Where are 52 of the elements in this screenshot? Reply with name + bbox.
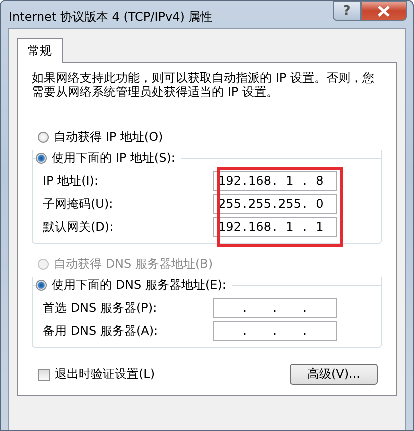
separator-dot: .	[302, 301, 308, 315]
ip-address-field[interactable]: . . .	[213, 321, 337, 341]
separator-dot: .	[302, 197, 308, 211]
octet-text: 0	[315, 197, 325, 211]
octet-text: 168	[248, 174, 272, 188]
octet-text: 1	[285, 220, 295, 234]
separator-dot: .	[302, 220, 308, 234]
field-label: 默认网关(D):	[43, 218, 114, 236]
radio-button[interactable]	[38, 132, 49, 143]
close-icon	[378, 6, 390, 16]
octet-text: 255	[278, 197, 302, 211]
ip-address-field[interactable]: 255.255.255. 0	[213, 194, 337, 214]
help-button[interactable]: ?	[333, 1, 361, 21]
separator-dot: .	[242, 324, 248, 338]
field-label: 备用 DNS 服务器(A):	[43, 322, 158, 340]
radio-button[interactable]	[36, 280, 47, 291]
checkbox-label[interactable]: 退出时验证设置(L)	[55, 366, 156, 383]
separator-dot: .	[272, 324, 278, 338]
close-button[interactable]	[361, 1, 407, 21]
field-label: 子网掩码(U):	[43, 196, 114, 212]
separator-dot: .	[302, 174, 308, 188]
ip-address-field[interactable]: 192.168. 1 . 1	[213, 217, 337, 237]
octet-text: 168	[248, 220, 272, 234]
octet-text: 8	[315, 174, 325, 188]
octet-text: 192	[218, 220, 242, 234]
radio-label[interactable]: 使用下面的 IP 地址(S):	[52, 150, 176, 167]
ip-address-field[interactable]: . . .	[213, 298, 337, 318]
octet-text: 192	[218, 174, 242, 188]
ip-address-field[interactable]: 192.168. 1 . 8	[213, 171, 337, 191]
field-label: IP 地址(I):	[43, 172, 99, 190]
window-title: Internet 协议版本 4 (TCP/IPv4) 属性	[9, 9, 213, 26]
description-text: 如果网络支持此功能，则可以获取自动指派的 IP 设置。否则，您需要从网络系统管理员处获得适当的 IP 设置。	[32, 71, 376, 99]
separator-dot: .	[272, 301, 278, 315]
octet-text: 255	[248, 197, 272, 211]
separator-dot: .	[272, 220, 278, 234]
separator-dot: .	[242, 197, 248, 211]
radio-label[interactable]: 使用下面的 DNS 服务器地址(E):	[52, 277, 226, 294]
radio-button[interactable]	[36, 153, 47, 164]
octet-text: 255	[218, 197, 242, 211]
separator-dot: .	[242, 174, 248, 188]
radio-label[interactable]: 自动获得 IP 地址(O)	[54, 129, 164, 146]
octet-text: 1	[285, 174, 295, 188]
advanced-button[interactable]: 高级(V)...	[290, 364, 378, 385]
octet-text: 1	[315, 220, 325, 234]
separator-dot: .	[242, 301, 248, 315]
tab[interactable]: 常规	[17, 38, 63, 63]
separator-dot: .	[272, 174, 278, 188]
separator-dot: .	[272, 197, 278, 211]
field-label: 首选 DNS 服务器(P):	[43, 300, 158, 316]
checkbox[interactable]	[38, 368, 50, 380]
separator-dot: .	[302, 324, 308, 338]
separator-dot: .	[242, 220, 248, 234]
